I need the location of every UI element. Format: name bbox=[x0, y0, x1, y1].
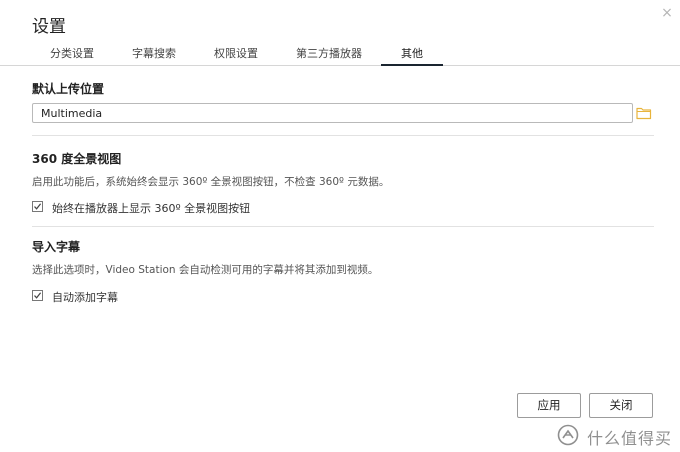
smzdm-logo-icon bbox=[557, 424, 579, 446]
section-divider bbox=[32, 135, 654, 136]
tab-bar: 分类设置 字幕搜索 权限设置 第三方播放器 其他 bbox=[0, 44, 680, 66]
settings-dialog: 设置 × 分类设置 字幕搜索 权限设置 第三方播放器 其他 默认上传位置 360… bbox=[0, 0, 680, 452]
check-icon bbox=[34, 292, 42, 299]
subtitles-description: 选择此选项时，Video Station 会自动检测可用的字幕并将其添加到视频。 bbox=[32, 264, 379, 276]
tab-other[interactable]: 其他 bbox=[381, 44, 443, 66]
close-icon[interactable]: × bbox=[660, 6, 674, 20]
folder-icon[interactable] bbox=[636, 106, 652, 120]
panorama-checkbox[interactable] bbox=[32, 201, 43, 212]
watermark-text: 什么值得买 bbox=[587, 429, 673, 448]
close-button[interactable]: 关闭 bbox=[589, 393, 653, 418]
section-divider bbox=[32, 226, 654, 227]
apply-button[interactable]: 应用 bbox=[517, 393, 581, 418]
subtitles-checkbox-label: 自动添加字幕 bbox=[52, 291, 118, 304]
subtitles-checkbox[interactable] bbox=[32, 290, 43, 301]
panorama-section-title: 360 度全景视图 bbox=[32, 152, 122, 166]
subtitles-section-title: 导入字幕 bbox=[32, 240, 81, 254]
tab-subtitle-search[interactable]: 字幕搜索 bbox=[118, 44, 190, 64]
tab-category-settings[interactable]: 分类设置 bbox=[36, 44, 108, 64]
tab-permission-settings[interactable]: 权限设置 bbox=[200, 44, 272, 64]
panorama-description: 启用此功能后，系统始终会显示 360º 全景视图按钮，不检查 360º 元数据。 bbox=[32, 176, 390, 188]
tab-third-party-player[interactable]: 第三方播放器 bbox=[284, 44, 374, 64]
check-icon bbox=[34, 203, 42, 210]
panorama-checkbox-label: 始终在播放器上显示 360º 全景视图按钮 bbox=[52, 202, 251, 215]
upload-section-title: 默认上传位置 bbox=[32, 82, 105, 96]
upload-path-input[interactable] bbox=[32, 103, 633, 123]
dialog-title: 设置 bbox=[32, 17, 66, 37]
